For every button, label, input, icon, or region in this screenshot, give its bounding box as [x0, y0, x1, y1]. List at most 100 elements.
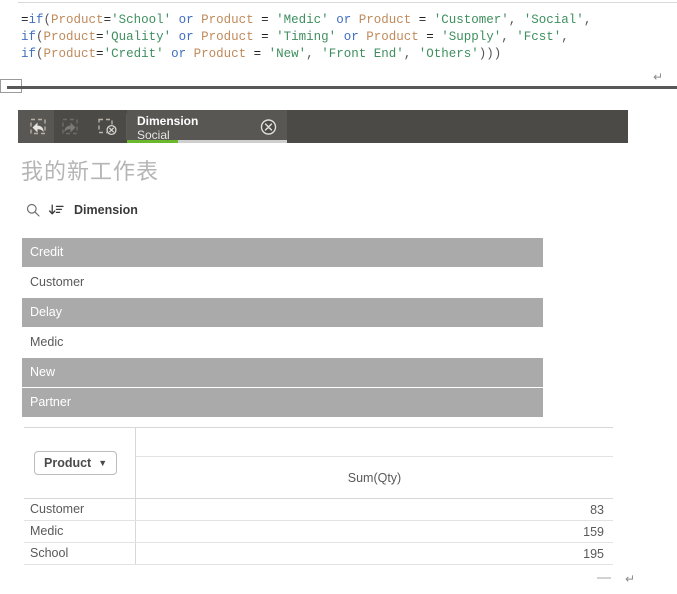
listbox-item[interactable]: New — [22, 358, 543, 387]
pivot-table-value-cell: 159 — [583, 524, 604, 539]
pivot-table-dimension-cell[interactable]: Customer — [24, 499, 136, 520]
code-token-kw: if — [28, 13, 44, 27]
code-token-punct: ))) — [478, 47, 502, 61]
pivot-table-body: Customer 83 Medic 159 School 195 — [24, 499, 613, 565]
code-token-op: = — [246, 47, 269, 61]
step-forward-in-selections-button[interactable] — [54, 110, 90, 143]
selection-state-bar-excluded — [178, 140, 287, 143]
paragraph-return-mark-top: ↵ — [653, 70, 664, 84]
pivot-table: Product ▼ Sum(Qty) Customer 83 Medic 159 Sch… — [24, 427, 613, 565]
code-token-op — [186, 47, 194, 61]
code-token-op — [171, 30, 179, 44]
clear-all-selections-button[interactable] — [90, 110, 126, 143]
pivot-table-dimension-cell[interactable]: Medic — [24, 521, 136, 542]
code-token-op: = — [21, 13, 29, 27]
code-token-kw: if — [21, 47, 37, 61]
code-token-str: 'Social' — [523, 13, 584, 27]
pivot-table-header-measure-area: Sum(Qty) — [136, 428, 613, 498]
code-token-punct: , — [501, 30, 517, 44]
step-back-in-selections-button[interactable] — [18, 110, 54, 143]
code-token-op: = — [253, 30, 277, 44]
code-token-op — [171, 13, 179, 27]
code-token-punct: , — [306, 47, 322, 61]
listbox-item[interactable]: Medic — [22, 328, 543, 357]
page-bottom-tick — [597, 577, 611, 579]
listbox-item-label: Credit — [30, 245, 64, 259]
selections-toolbar-empty-area — [287, 110, 628, 143]
listbox-item-label: Customer — [30, 275, 85, 289]
expression-code-text[interactable]: =if(Product='School' or Product = 'Medic… — [21, 12, 591, 63]
code-token-op — [351, 13, 359, 27]
selection-chip-dimension[interactable]: Dimension Social — [127, 110, 287, 143]
code-token-kw: or — [178, 30, 194, 44]
code-token-field: Product — [43, 47, 97, 61]
code-token-field: Product — [201, 30, 254, 44]
code-token-kw: if — [21, 30, 37, 44]
code-token-str: 'New' — [268, 47, 307, 61]
code-token-str: 'Timing' — [276, 30, 337, 44]
code-token-str: 'School' — [111, 13, 172, 27]
code-token-str: 'Front End' — [321, 47, 404, 61]
pivot-table-value-cell: 195 — [583, 546, 604, 561]
pivot-table-dimension-cell[interactable]: School — [24, 543, 136, 564]
code-token-field: Product — [51, 13, 104, 27]
code-token-str: 'Fcst' — [516, 30, 562, 44]
code-token-op: = — [96, 47, 104, 61]
code-token-punct: ( — [36, 30, 44, 44]
pivot-table-row[interactable]: Medic 159 — [24, 521, 613, 543]
code-token-str: 'Quality' — [103, 30, 172, 44]
listbox-item[interactable]: Customer — [22, 268, 543, 297]
code-token-op — [194, 13, 202, 27]
code-token-punct: , — [403, 47, 419, 61]
expression-editor-region: =if(Product='School' or Product = 'Medic… — [0, 0, 677, 93]
pivot-table-header-dimension-cell: Product ▼ — [24, 428, 136, 498]
listbox-item[interactable]: Credit — [22, 238, 543, 267]
code-token-op: = — [418, 30, 442, 44]
pivot-table-header-spacer — [136, 428, 613, 457]
code-token-field: Product — [193, 47, 247, 61]
listbox-item-label: New — [30, 365, 56, 379]
chevron-down-icon: ▼ — [98, 458, 108, 468]
pivot-table-row[interactable]: Customer 83 — [24, 499, 613, 521]
filter-pane-title: Dimension — [74, 203, 138, 217]
code-token-str: 'Customer' — [433, 13, 509, 27]
code-token-op: = — [411, 13, 434, 27]
listbox-item[interactable]: Delay — [22, 298, 543, 327]
listbox-item-label: Delay — [30, 305, 62, 319]
selection-state-bar — [127, 140, 287, 143]
dimension-dropdown-button[interactable]: Product ▼ — [34, 451, 118, 475]
code-token-punct: , — [561, 30, 569, 44]
pivot-table-row[interactable]: School 195 — [24, 543, 613, 565]
editor-top-divider — [18, 2, 677, 3]
code-token-op: = — [253, 13, 277, 27]
code-token-punct: ( — [43, 13, 52, 27]
selection-state-bar-selected — [127, 140, 179, 143]
code-token-op — [194, 30, 202, 44]
code-token-op — [164, 47, 172, 61]
code-token-op: = — [103, 13, 112, 27]
listbox-item[interactable]: Partner — [22, 388, 543, 417]
sort-descending-icon[interactable] — [48, 203, 64, 217]
close-circle-icon[interactable] — [260, 118, 277, 135]
selections-toolbar: Dimension Social — [18, 110, 628, 143]
filter-pane-header: Dimension — [26, 203, 138, 217]
clear-selection-icon — [96, 117, 120, 137]
listbox-item-label: Medic — [30, 335, 64, 349]
pivot-table-header: Product ▼ Sum(Qty) — [24, 427, 613, 499]
undo-selection-icon — [25, 117, 47, 137]
code-token-kw: or — [343, 30, 359, 44]
search-icon[interactable] — [26, 203, 40, 217]
editor-bottom-divider — [7, 86, 677, 89]
listbox-item-label: Partner — [30, 395, 71, 409]
code-token-field: Product — [201, 13, 254, 27]
pivot-table-measure-header[interactable]: Sum(Qty) — [136, 457, 613, 498]
code-token-op — [336, 30, 344, 44]
sheet-title: 我的新工作表 — [21, 160, 160, 185]
code-token-field: Product — [366, 30, 419, 44]
code-token-punct: , — [508, 13, 524, 27]
code-token-kw: or — [336, 13, 352, 27]
code-token-str: 'Supply' — [441, 30, 502, 44]
filter-listbox: Credit Customer Delay Medic New Partner — [22, 238, 543, 418]
code-token-punct: ( — [36, 47, 44, 61]
pivot-table-value-cell: 83 — [590, 502, 604, 517]
